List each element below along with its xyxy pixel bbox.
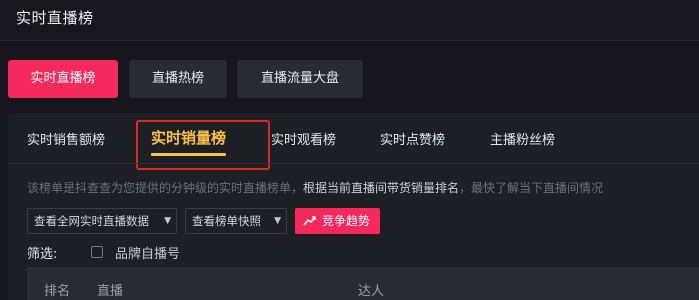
filter-label: 筛选: — [27, 247, 58, 262]
header-divider — [0, 40, 699, 41]
subtab-viewers[interactable]: 实时观看榜 — [271, 129, 336, 148]
subtab-likes[interactable]: 实时点赞榜 — [380, 129, 445, 148]
subtab-divider — [8, 163, 699, 164]
column-influencer[interactable]: 达人 — [358, 280, 384, 299]
snapshot-dropdown-label: 查看榜单快照 — [192, 214, 261, 228]
all-data-dropdown-label: 查看全网实时直播数据 — [34, 214, 149, 228]
snapshot-dropdown[interactable]: 查看榜单快照 ▼ — [185, 208, 287, 234]
page-title: 实时直播榜 — [16, 9, 94, 27]
subtab-host-fans[interactable]: 主播粉丝榜 — [490, 129, 555, 148]
description-suffix: ，最快了解当下直播间情况 — [459, 181, 604, 195]
trend-chart-icon — [303, 216, 316, 226]
competition-trend-label: 竞争趋势 — [322, 214, 371, 228]
column-live[interactable]: 直播 — [97, 280, 123, 299]
rank-description: 该榜单是抖查查为您提供的分钟级的实时直播榜单，根据当前直播间带货销量排名，最快了… — [27, 179, 603, 196]
tab-live-hot-rank[interactable]: 直播热榜 — [129, 60, 227, 98]
rank-panel: 实时销售额榜 实时销量榜 实时观看榜 实时点赞榜 主播粉丝榜 该榜单是抖查查为您… — [8, 113, 699, 300]
all-data-dropdown[interactable]: 查看全网实时直播数据 ▼ — [27, 208, 177, 234]
tab-live-traffic-overview[interactable]: 直播流量大盘 — [237, 60, 363, 98]
tab-realtime-live-rank[interactable]: 实时直播榜 — [8, 60, 118, 98]
brand-self-broadcast-checkbox[interactable] — [91, 246, 103, 258]
brand-self-broadcast-label[interactable]: 品牌自播号 — [115, 243, 180, 262]
subtab-sales-amount[interactable]: 实时销售额榜 — [27, 129, 105, 148]
chevron-down-icon: ▼ — [274, 216, 281, 226]
description-emphasis: 根据当前直播间带货销量排名 — [303, 181, 460, 195]
title-bar: 实时直播榜 — [0, 0, 699, 40]
column-rank[interactable]: 排名 — [44, 280, 70, 299]
competition-trend-button[interactable]: 竞争趋势 — [295, 208, 380, 234]
subtab-bar: 实时销售额榜 实时销量榜 实时观看榜 实时点赞榜 主播粉丝榜 — [8, 113, 699, 170]
chevron-down-icon: ▼ — [164, 216, 171, 226]
description-prefix: 该榜单是抖查查为您提供的分钟级的实时直播榜单， — [27, 181, 304, 195]
table-header: 排名 直播 达人 — [27, 267, 699, 300]
